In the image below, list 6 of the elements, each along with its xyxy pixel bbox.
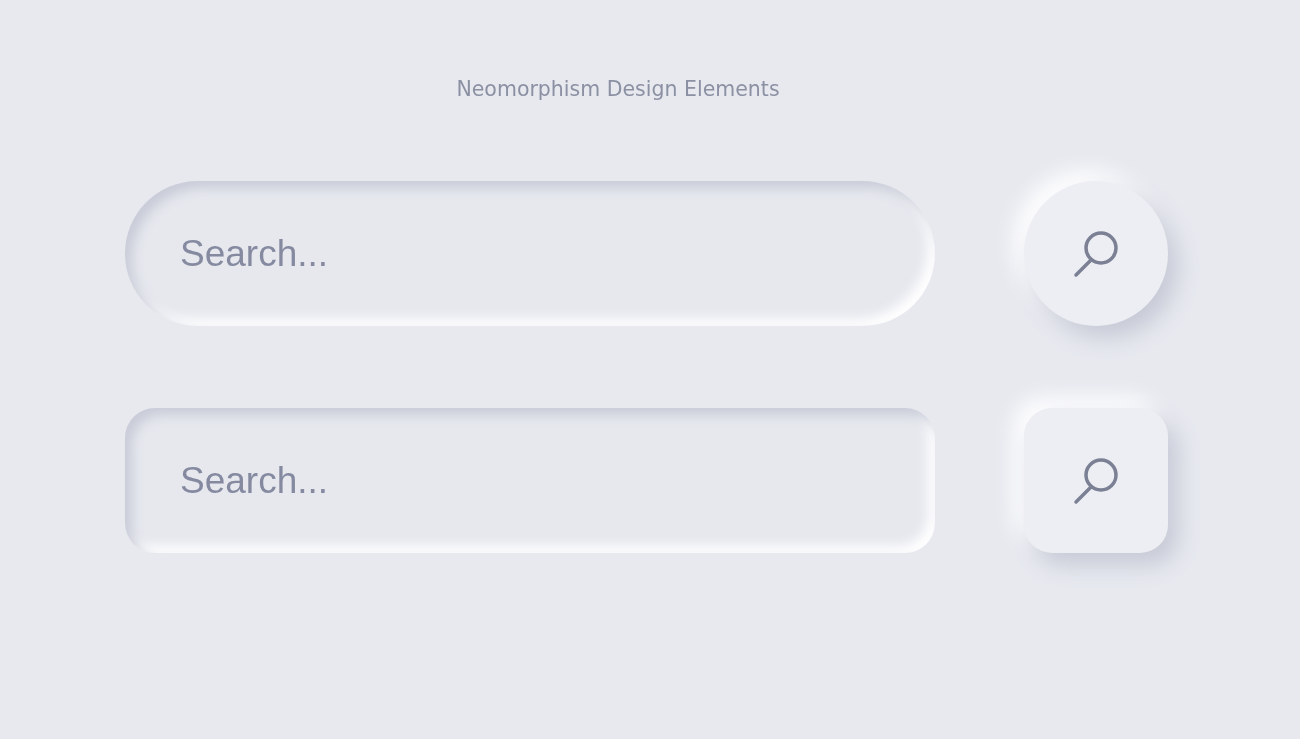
search-field[interactable]: Search...: [125, 408, 935, 553]
search-button[interactable]: [1024, 408, 1168, 553]
search-field[interactable]: Search...: [125, 181, 935, 326]
search-icon: [1073, 229, 1119, 278]
search-icon: [1073, 456, 1119, 505]
page-title: Neomorphism Design Elements: [456, 76, 780, 102]
